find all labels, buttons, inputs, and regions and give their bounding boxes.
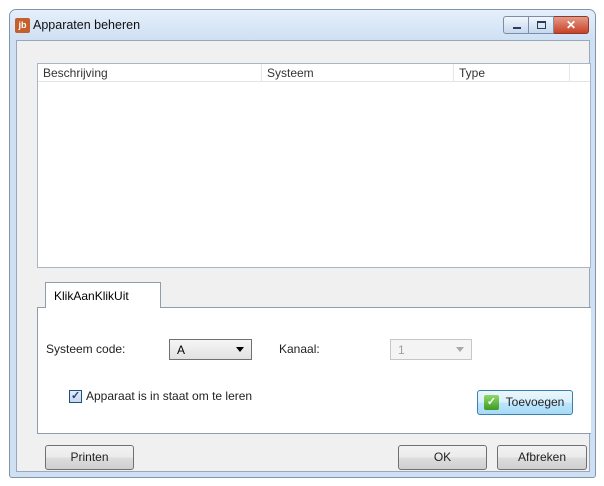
checkmark-icon: ✓ bbox=[71, 390, 81, 402]
chevron-down-icon bbox=[456, 347, 464, 352]
column-header-beschrijving[interactable]: Beschrijving bbox=[38, 64, 262, 82]
print-button[interactable]: Printen bbox=[45, 445, 134, 470]
learn-checkbox-label[interactable]: Apparaat is in staat om te leren bbox=[86, 389, 252, 403]
list-header: Beschrijving Systeem Type bbox=[38, 64, 590, 82]
column-header-systeem[interactable]: Systeem bbox=[262, 64, 454, 82]
title-bar[interactable]: jb Apparaten beheren ✕ bbox=[10, 10, 595, 40]
kanaal-value: 1 bbox=[398, 343, 405, 357]
maximize-icon bbox=[537, 21, 546, 29]
devices-list[interactable]: Beschrijving Systeem Type bbox=[37, 63, 591, 268]
cancel-button[interactable]: Afbreken bbox=[497, 445, 587, 470]
systeem-code-value: A bbox=[177, 343, 186, 357]
learn-checkbox[interactable]: ✓ bbox=[69, 390, 82, 403]
close-button[interactable]: ✕ bbox=[554, 16, 589, 34]
app-icon: jb bbox=[15, 18, 30, 33]
column-header-type[interactable]: Type bbox=[454, 64, 570, 82]
chevron-down-icon bbox=[236, 347, 244, 352]
systeem-code-select[interactable]: A bbox=[169, 339, 252, 360]
minimize-button[interactable] bbox=[503, 16, 529, 34]
kanaal-label: Kanaal: bbox=[279, 342, 320, 356]
add-button[interactable]: ✓ Toevoegen bbox=[477, 390, 573, 415]
kanaal-select: 1 bbox=[390, 339, 472, 360]
ok-button[interactable]: OK bbox=[398, 445, 487, 470]
minimize-icon bbox=[513, 27, 521, 29]
add-button-label: Toevoegen bbox=[505, 395, 565, 409]
add-check-icon: ✓ bbox=[484, 395, 499, 410]
tab-klikaanklikuit[interactable]: KlikAanKlikUit bbox=[45, 282, 161, 308]
systeem-code-label: Systeem code: bbox=[46, 342, 126, 356]
close-icon: ✕ bbox=[565, 18, 577, 32]
maximize-button[interactable] bbox=[529, 16, 554, 34]
dialog-window: jb Apparaten beheren ✕ Beschrijving Syst… bbox=[9, 9, 596, 478]
dialog-client-area: Beschrijving Systeem Type KlikAanKlikUit… bbox=[16, 40, 591, 472]
window-title: Apparaten beheren bbox=[33, 18, 141, 32]
